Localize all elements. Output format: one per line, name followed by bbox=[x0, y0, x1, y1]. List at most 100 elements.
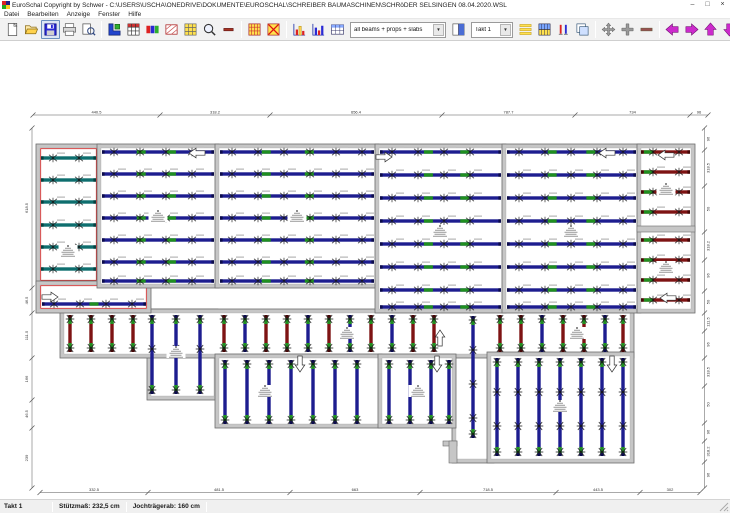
save-button[interactable] bbox=[41, 20, 60, 39]
svg-text:618.5: 618.5 bbox=[24, 202, 29, 213]
copy-view-icon bbox=[575, 22, 590, 37]
stock-grid-icon bbox=[247, 22, 262, 37]
takt-assign-button[interactable] bbox=[449, 20, 468, 39]
pan-up-icon bbox=[703, 22, 718, 37]
svg-text:96: 96 bbox=[706, 273, 711, 278]
svg-text:111.5: 111.5 bbox=[706, 317, 711, 327]
pan-right-button[interactable] bbox=[682, 20, 701, 39]
svg-text:46.5: 46.5 bbox=[24, 409, 29, 418]
pan-up-button[interactable] bbox=[701, 20, 720, 39]
svg-text:96: 96 bbox=[706, 472, 711, 477]
pan-left-icon bbox=[665, 22, 680, 37]
formwork-grid-button[interactable] bbox=[124, 20, 143, 39]
takt-assign-icon bbox=[451, 22, 466, 37]
status-takt: Takt 1 bbox=[0, 503, 52, 510]
svg-text:440.5: 440.5 bbox=[91, 110, 102, 115]
chart-props-icon bbox=[311, 22, 326, 37]
chevron-down-icon[interactable]: ▼ bbox=[500, 24, 511, 36]
zoom-in-button[interactable] bbox=[618, 20, 637, 39]
status-stuetzmass: Stützmaß: 232,5 cm bbox=[53, 503, 126, 510]
resize-grip[interactable] bbox=[719, 502, 729, 512]
print-button[interactable] bbox=[60, 20, 79, 39]
svg-text:663: 663 bbox=[352, 487, 359, 492]
menu-item-fenster[interactable]: Fenster bbox=[94, 11, 124, 18]
maximize-button[interactable]: □ bbox=[700, 0, 715, 10]
svg-text:318.5: 318.5 bbox=[706, 366, 711, 377]
slab-section-icon bbox=[164, 22, 179, 37]
pan-left-button[interactable] bbox=[663, 20, 682, 39]
chart-material-icon bbox=[292, 22, 307, 37]
print-preview-button[interactable] bbox=[79, 20, 98, 39]
toolbar-separator bbox=[241, 21, 242, 38]
toolbar-separator bbox=[101, 21, 102, 38]
print-preview-icon bbox=[81, 22, 96, 37]
svg-text:481.5: 481.5 bbox=[214, 487, 225, 492]
chart-props-button[interactable] bbox=[309, 20, 328, 39]
svg-text:332.5: 332.5 bbox=[89, 487, 100, 492]
svg-text:111.5: 111.5 bbox=[24, 330, 29, 340]
pan-right-icon bbox=[684, 22, 699, 37]
pan-down-button[interactable] bbox=[720, 20, 730, 39]
pan-view-button[interactable] bbox=[599, 20, 618, 39]
floor-plan: 440.5318.2656.4787.773496332.5481.566371… bbox=[24, 110, 711, 496]
takt-select-combobox[interactable]: Takt 1▼ bbox=[471, 22, 513, 38]
slab-colors-icon bbox=[145, 22, 160, 37]
layer-stripes-button[interactable] bbox=[516, 20, 535, 39]
stock-clear-button[interactable] bbox=[264, 20, 283, 39]
result-table-button[interactable] bbox=[328, 20, 347, 39]
svg-text:302: 302 bbox=[667, 487, 674, 492]
minimize-button[interactable]: – bbox=[685, 0, 700, 10]
zoom-out-icon bbox=[639, 22, 654, 37]
status-bar: Takt 1 Stützmaß: 232,5 cm Jochträgerab: … bbox=[0, 499, 730, 513]
close-button[interactable]: × bbox=[715, 0, 730, 10]
status-jochtraeger: Jochträgerab: 160 cm bbox=[127, 503, 206, 510]
menu-bar: DateiBearbeitenAnzeigeFensterHilfe bbox=[0, 10, 730, 19]
svg-text:656.4: 656.4 bbox=[351, 110, 362, 115]
svg-text:96: 96 bbox=[706, 429, 711, 434]
window-controls: – □ × bbox=[685, 0, 730, 10]
toolbar-separator bbox=[595, 21, 596, 38]
panel-grid-button[interactable] bbox=[181, 20, 200, 39]
drawing-area[interactable]: 440.5318.2656.4787.773496332.5481.566371… bbox=[0, 41, 730, 499]
takt-select-value: Takt 1 bbox=[475, 27, 498, 33]
print-icon bbox=[62, 22, 77, 37]
title-bar: EuroSchal Copyright by Schwer - C:\USERS… bbox=[0, 0, 730, 10]
toolbar-separator bbox=[286, 21, 287, 38]
svg-text:734: 734 bbox=[629, 110, 636, 115]
status-separator bbox=[206, 502, 207, 512]
svg-text:46.5: 46.5 bbox=[24, 296, 29, 305]
menu-item-bearbeiten[interactable]: Bearbeiten bbox=[23, 11, 62, 18]
zoom-in-icon bbox=[620, 22, 635, 37]
menu-item-datei[interactable]: Datei bbox=[0, 11, 23, 18]
prop-pins-button[interactable] bbox=[554, 20, 573, 39]
slab-section-button[interactable] bbox=[162, 20, 181, 39]
new-file-button[interactable] bbox=[3, 20, 22, 39]
measure-line-icon bbox=[221, 22, 236, 37]
measure-line-button[interactable] bbox=[219, 20, 238, 39]
deck-grid-button[interactable] bbox=[535, 20, 554, 39]
chevron-down-icon[interactable]: ▼ bbox=[433, 24, 444, 36]
slab-colors-button[interactable] bbox=[143, 20, 162, 39]
pan-down-icon bbox=[722, 22, 730, 37]
plan-view-button[interactable] bbox=[105, 20, 124, 39]
view-filter-combobox[interactable]: all beams + props + slabs▼ bbox=[350, 22, 446, 38]
zoom-out-button[interactable] bbox=[637, 20, 656, 39]
svg-text:318.5: 318.5 bbox=[706, 162, 711, 173]
stock-clear-icon bbox=[266, 22, 281, 37]
menu-item-anzeige[interactable]: Anzeige bbox=[63, 11, 95, 18]
copy-view-button[interactable] bbox=[573, 20, 592, 39]
chart-material-button[interactable] bbox=[290, 20, 309, 39]
svg-text:50: 50 bbox=[706, 299, 711, 304]
pan-view-icon bbox=[601, 22, 616, 37]
zoom-lens-button[interactable] bbox=[200, 20, 219, 39]
layer-stripes-icon bbox=[518, 22, 533, 37]
stock-grid-button[interactable] bbox=[245, 20, 264, 39]
menu-item-hilfe[interactable]: Hilfe bbox=[124, 11, 145, 18]
view-filter-value: all beams + props + slabs bbox=[354, 27, 431, 33]
svg-text:718.5: 718.5 bbox=[483, 487, 494, 492]
open-file-button[interactable] bbox=[22, 20, 41, 39]
euroschal-window: EuroSchal Copyright by Schwer - C:\USERS… bbox=[0, 0, 730, 513]
svg-text:50: 50 bbox=[706, 206, 711, 211]
formwork-grid-icon bbox=[126, 22, 141, 37]
floor-plan-svg: 440.5318.2656.4787.773496332.5481.566371… bbox=[0, 41, 730, 499]
